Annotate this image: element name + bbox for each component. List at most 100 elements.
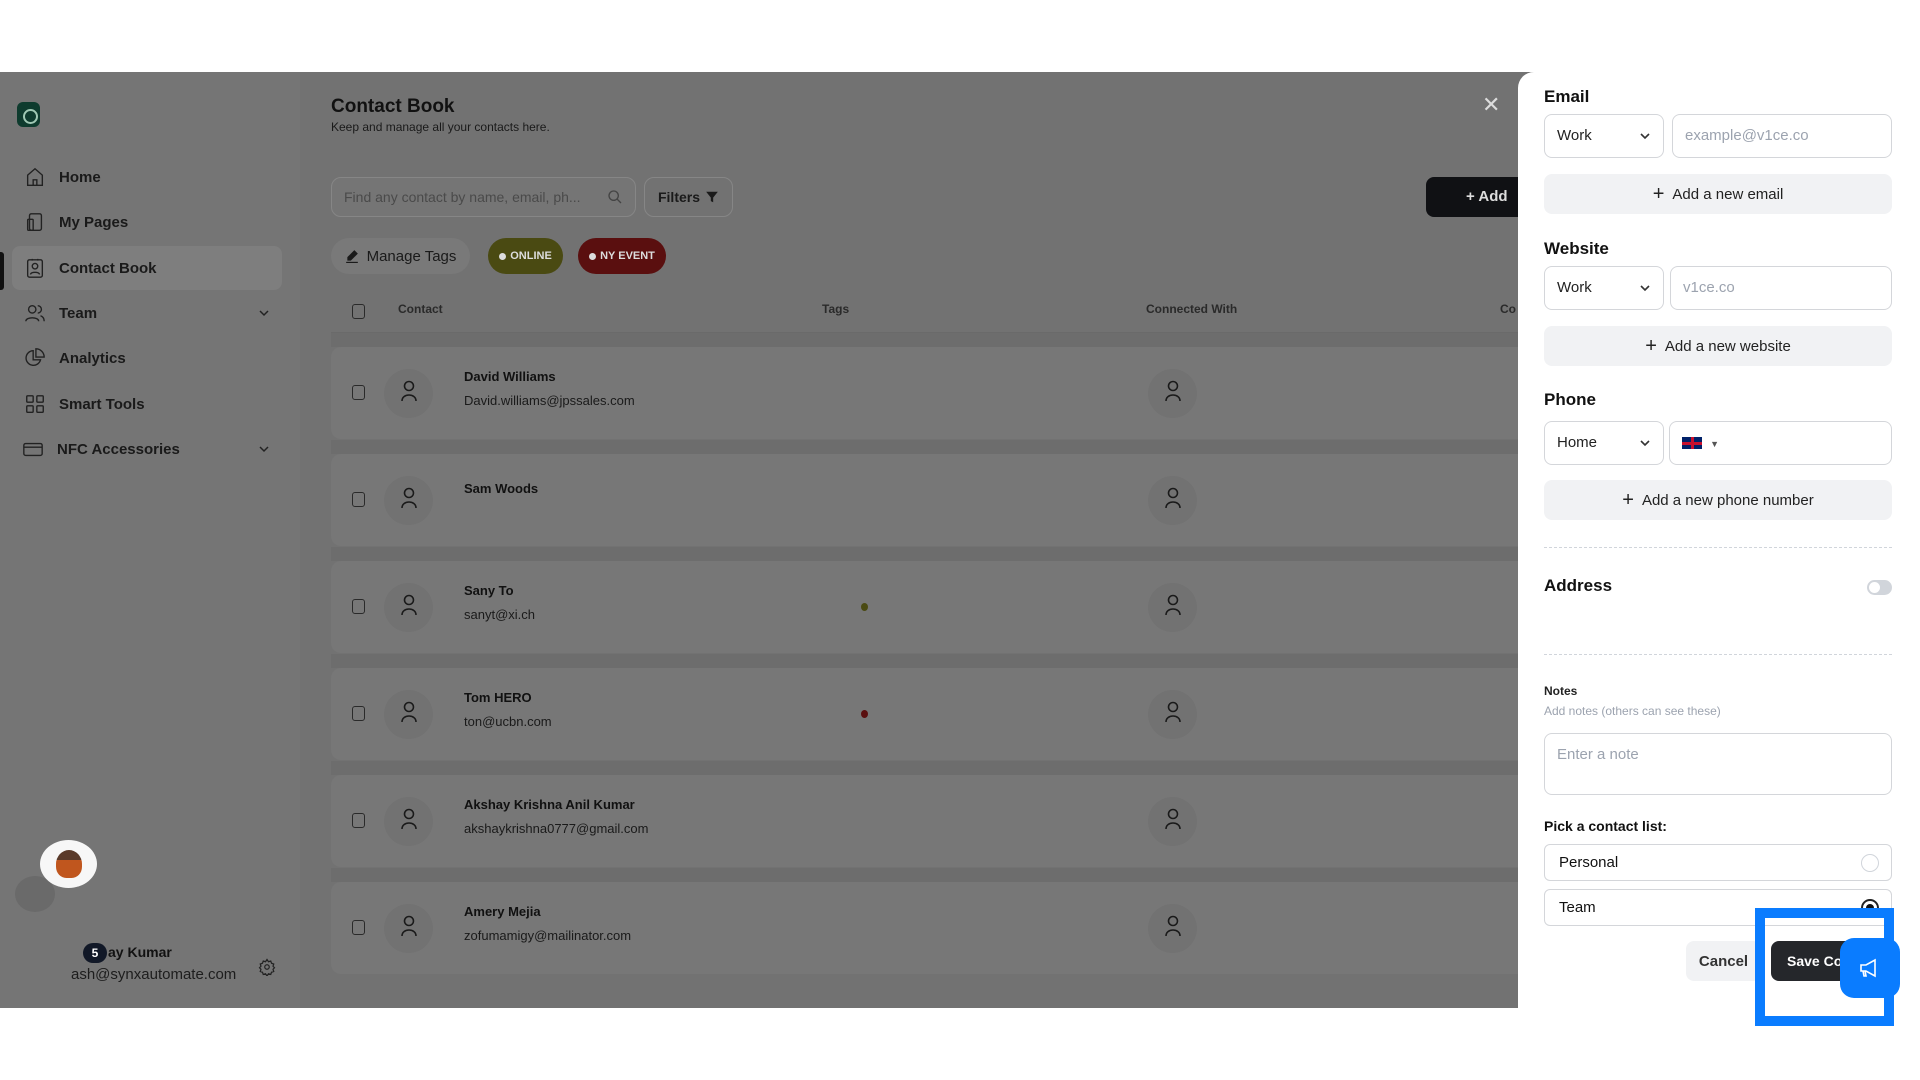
floating-avatar[interactable] bbox=[40, 840, 97, 888]
chevron-down-icon[interactable] bbox=[258, 443, 270, 455]
sidebar-item-analytics[interactable]: Analytics bbox=[12, 336, 282, 380]
table-row[interactable]: Akshay Krishna Anil Kumar akshaykrishna0… bbox=[331, 775, 1551, 867]
row-gap bbox=[331, 761, 1551, 775]
search-input[interactable]: Find any contact by name, email, ph... bbox=[331, 177, 636, 217]
filter-icon bbox=[706, 191, 718, 203]
user-icon bbox=[1163, 487, 1183, 514]
select-all-checkbox[interactable] bbox=[352, 304, 365, 319]
contact-name[interactable]: Akshay Krishna Anil Kumar bbox=[464, 797, 635, 812]
user-photo bbox=[55, 850, 82, 878]
team-icon bbox=[25, 304, 45, 322]
table-row[interactable]: Sam Woods bbox=[331, 454, 1551, 546]
add-website-button[interactable]: + Add a new website bbox=[1544, 326, 1892, 366]
connected-with-avatar bbox=[1148, 797, 1197, 846]
contact-name[interactable]: Sam Woods bbox=[464, 481, 538, 496]
gear-icon[interactable] bbox=[258, 958, 276, 976]
pages-icon bbox=[26, 213, 43, 231]
email-input[interactable]: example@v1ce.co bbox=[1672, 114, 1892, 158]
email-type-value: Work bbox=[1557, 127, 1592, 144]
uk-flag-icon[interactable] bbox=[1682, 437, 1702, 450]
user-email: ash@synxautomate.com bbox=[71, 966, 237, 983]
analytics-icon bbox=[25, 348, 45, 366]
tag-dot bbox=[861, 603, 868, 611]
column-header-truncated: Co bbox=[1500, 302, 1516, 316]
cancel-button[interactable]: Cancel bbox=[1686, 941, 1761, 981]
user-icon bbox=[1163, 380, 1183, 407]
contact-name[interactable]: David Williams bbox=[464, 369, 556, 384]
connected-with-avatar bbox=[1148, 904, 1197, 953]
close-icon[interactable]: ✕ bbox=[1482, 94, 1500, 116]
sidebar-item-smart-tools[interactable]: Smart Tools bbox=[12, 382, 282, 426]
user-icon bbox=[399, 808, 419, 835]
table-row[interactable]: Tom HERO ton@ucbn.com bbox=[331, 668, 1551, 760]
website-type-select[interactable]: Work bbox=[1544, 266, 1664, 310]
row-checkbox[interactable] bbox=[352, 385, 365, 400]
add-phone-button[interactable]: + Add a new phone number bbox=[1544, 480, 1892, 520]
tag-ny-event[interactable]: NY EVENT bbox=[578, 238, 666, 274]
chevron-down-icon bbox=[1640, 285, 1650, 292]
phone-input[interactable]: ▼ bbox=[1669, 421, 1892, 465]
user-icon bbox=[399, 701, 419, 728]
contact-book-icon bbox=[26, 258, 44, 278]
table-row[interactable]: Amery Mejia zofumamigy@mailinator.com bbox=[331, 882, 1551, 974]
sidebar-item-home[interactable]: Home bbox=[12, 155, 282, 199]
filters-button[interactable]: Filters bbox=[644, 177, 733, 217]
row-checkbox[interactable] bbox=[352, 492, 365, 507]
radio-personal[interactable] bbox=[1861, 854, 1879, 872]
connected-with-avatar bbox=[1148, 369, 1197, 418]
option-label: Personal bbox=[1559, 854, 1619, 871]
contact-email: sanyt@xi.ch bbox=[464, 607, 535, 622]
megaphone-icon bbox=[1860, 958, 1876, 978]
page-subtitle: Keep and manage all your contacts here. bbox=[331, 120, 550, 134]
connected-with-avatar bbox=[1148, 690, 1197, 739]
grid-icon bbox=[26, 395, 44, 413]
sidebar-item-my-pages[interactable]: My Pages bbox=[12, 200, 282, 244]
search-placeholder: Find any contact by name, email, ph... bbox=[344, 189, 581, 205]
plus-icon: + bbox=[1645, 334, 1657, 357]
website-input[interactable]: v1ce.co bbox=[1670, 266, 1892, 310]
card-icon bbox=[23, 442, 43, 457]
contact-list-option-personal[interactable]: Personal bbox=[1544, 844, 1892, 881]
tag-online[interactable]: ONLINE bbox=[488, 238, 563, 274]
contact-name[interactable]: Tom HERO bbox=[464, 690, 532, 705]
contact-email: ton@ucbn.com bbox=[464, 714, 552, 729]
sidebar-item-label: Team bbox=[59, 304, 98, 322]
row-gap bbox=[331, 547, 1551, 561]
divider bbox=[1544, 654, 1892, 655]
chevron-down-icon[interactable] bbox=[258, 307, 270, 319]
notes-textarea[interactable]: Enter a note bbox=[1544, 733, 1892, 795]
contact-name[interactable]: Amery Mejia bbox=[464, 904, 541, 919]
row-checkbox[interactable] bbox=[352, 813, 365, 828]
contact-name[interactable]: Sany To bbox=[464, 583, 514, 598]
contact-avatar bbox=[384, 797, 433, 846]
address-toggle[interactable] bbox=[1867, 580, 1892, 595]
sidebar-item-label: Smart Tools bbox=[59, 395, 145, 413]
edit-icon bbox=[345, 250, 358, 263]
manage-tags-button[interactable]: Manage Tags bbox=[331, 238, 470, 274]
address-label: Address bbox=[1544, 576, 1613, 595]
sidebar-item-nfc-accessories[interactable]: NFC Accessories bbox=[12, 427, 282, 471]
tag-dot bbox=[861, 710, 868, 718]
email-type-select[interactable]: Work bbox=[1544, 114, 1664, 158]
contact-avatar bbox=[384, 369, 433, 418]
add-email-button[interactable]: + Add a new email bbox=[1544, 174, 1892, 214]
user-icon bbox=[1163, 915, 1183, 942]
sidebar-item-team[interactable]: Team bbox=[12, 291, 282, 335]
contact-email: zofumamigy@mailinator.com bbox=[464, 928, 632, 943]
sidebar-item-contact-book[interactable]: Contact Book bbox=[12, 246, 282, 290]
row-checkbox[interactable] bbox=[352, 920, 365, 935]
announcement-button[interactable] bbox=[1840, 938, 1900, 998]
add-phone-label: Add a new phone number bbox=[1641, 491, 1814, 509]
table-row[interactable]: Sany To sanyt@xi.ch bbox=[331, 561, 1551, 653]
row-checkbox[interactable] bbox=[352, 599, 365, 614]
brand-logo[interactable] bbox=[17, 102, 40, 127]
table-row[interactable]: David Williams David.williams@jpssales.c… bbox=[331, 347, 1551, 439]
row-checkbox[interactable] bbox=[352, 706, 365, 721]
phone-type-select[interactable]: Home bbox=[1544, 421, 1664, 465]
option-label: Team bbox=[1559, 899, 1596, 916]
notes-hint: Add notes (others can see these) bbox=[1544, 704, 1721, 718]
home-icon bbox=[26, 167, 44, 186]
user-icon bbox=[399, 487, 419, 514]
notes-placeholder: Enter a note bbox=[1557, 746, 1639, 763]
contact-avatar bbox=[384, 904, 433, 953]
